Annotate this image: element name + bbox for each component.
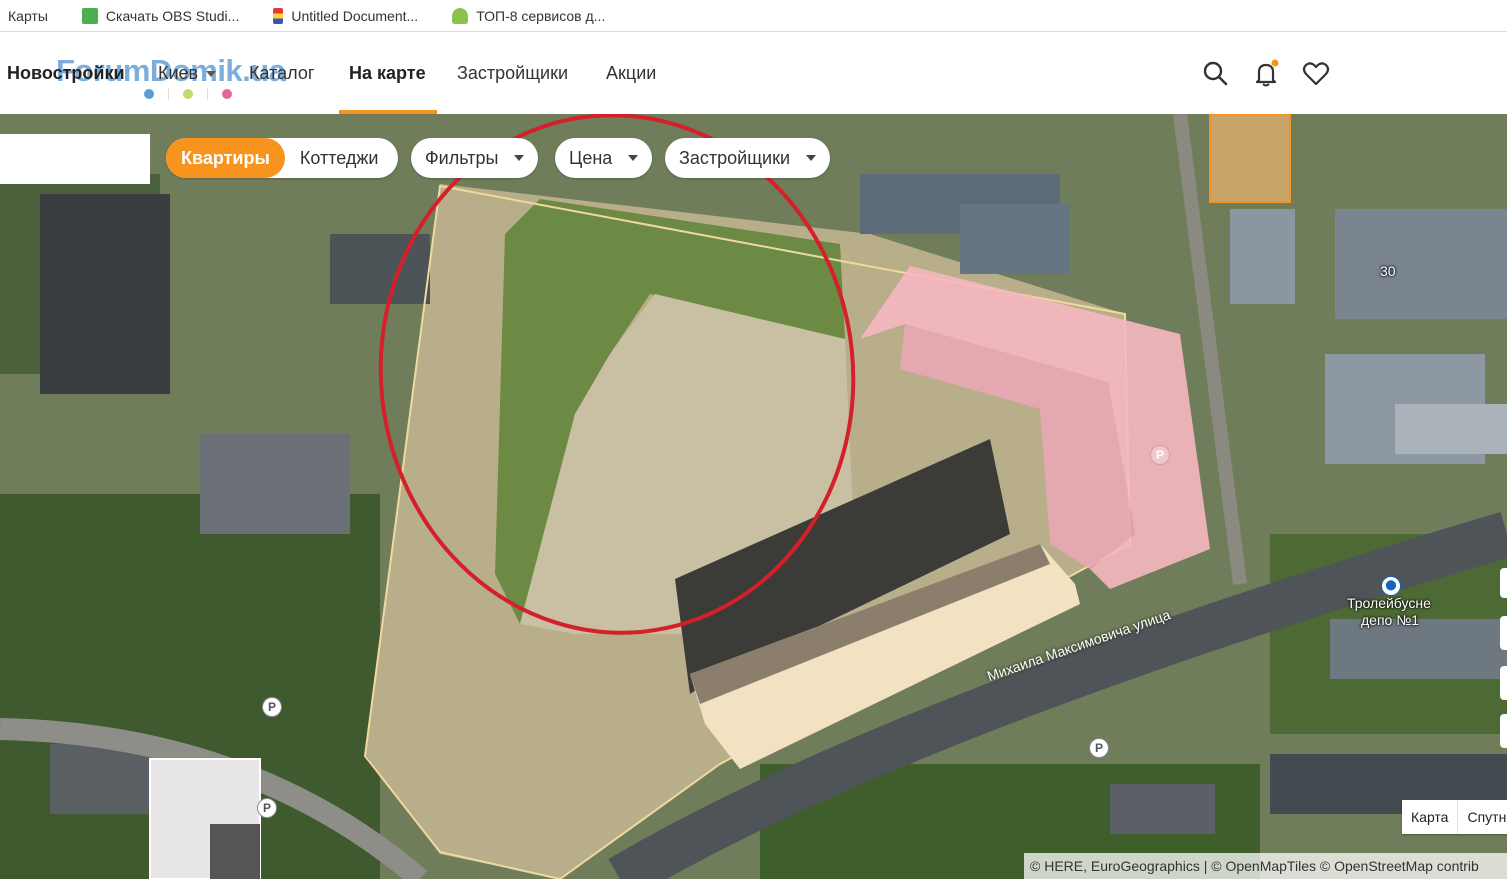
parking-icon[interactable]: P — [257, 798, 277, 818]
locate-button[interactable] — [1500, 666, 1507, 700]
parking-icon[interactable]: P — [262, 697, 282, 717]
chevron-down-icon — [514, 155, 525, 161]
logo-dot-blue — [144, 89, 154, 99]
bell-icon[interactable] — [1251, 59, 1281, 89]
price-label: Цена — [569, 147, 613, 168]
layers-button[interactable] — [1500, 714, 1507, 748]
map-search-input[interactable] — [0, 134, 150, 184]
price-dropdown[interactable]: Цена — [555, 138, 653, 178]
leaf-icon — [452, 7, 469, 24]
chevron-down-icon — [806, 155, 816, 161]
chevron-down-icon — [206, 71, 217, 78]
nav-catalog[interactable]: Каталог — [249, 63, 314, 84]
building-number-label: 30 — [1380, 263, 1396, 279]
download-icon — [81, 7, 98, 24]
search-icon[interactable] — [1201, 59, 1231, 89]
parking-icon[interactable]: P — [1150, 445, 1170, 465]
parking-icon[interactable]: P — [1089, 738, 1109, 758]
bookmark-maps[interactable]: Карты — [0, 5, 48, 27]
bookmark-untitled-document[interactable]: Untitled Document... — [273, 5, 418, 27]
city-selector[interactable]: Киев — [158, 63, 217, 84]
property-type-toggle: Квартиры Коттеджи — [166, 138, 398, 178]
nav-promos[interactable]: Акции — [606, 63, 656, 84]
toggle-apartments[interactable]: Квартиры — [166, 138, 285, 178]
logo-dot-pink — [222, 89, 232, 99]
satellite-map — [0, 114, 1507, 879]
logo-dots — [144, 88, 232, 100]
map-type-map[interactable]: Карта — [1402, 800, 1459, 834]
bookmark-label: Untitled Document... — [291, 7, 419, 24]
zoom-in-button[interactable] — [1500, 568, 1507, 598]
zoom-out-button[interactable] — [1500, 616, 1507, 650]
bookmark-obs[interactable]: Скачать OBS Studi... — [81, 5, 240, 27]
filters-dropdown[interactable]: Фильтры — [411, 138, 539, 178]
developers-dropdown[interactable]: Застройщики — [665, 138, 830, 178]
heart-icon[interactable] — [1301, 59, 1331, 89]
map-attribution: © HERE, EuroGeographics | © OpenMapTiles… — [1024, 853, 1507, 879]
map-type-switch: Карта Спутн — [1402, 800, 1507, 834]
bookmark-label: Карты — [8, 7, 48, 24]
toggle-cottages[interactable]: Коттеджи — [285, 138, 394, 178]
city-label: Киев — [158, 63, 199, 83]
bookmark-label: Скачать OBS Studi... — [105, 7, 240, 24]
map-type-satellite[interactable]: Спутн — [1458, 800, 1507, 834]
filters-label: Фильтры — [425, 147, 499, 168]
nav-developers[interactable]: Застройщики — [457, 63, 568, 84]
chevron-down-icon — [628, 155, 639, 161]
notification-dot — [1271, 59, 1279, 67]
map-view[interactable]: Квартиры Коттеджи Фильтры Цена Застройщи… — [0, 114, 1507, 879]
nav-novostroyki[interactable]: Новостройки — [7, 63, 125, 84]
site-header: ForumDomik.ua Новостройки Киев Каталог Н… — [0, 33, 1507, 114]
logo-dot-green — [183, 89, 193, 99]
bookmarks-bar: Карты Скачать OBS Studi... Untitled Docu… — [0, 0, 1507, 32]
bus-stop-icon[interactable]: ⬤ — [1381, 576, 1401, 596]
depot-label-line2: депо №1 — [1361, 612, 1420, 628]
developers-label: Застройщики — [679, 147, 790, 168]
document-icon — [273, 7, 284, 24]
bookmark-top8[interactable]: ТОП-8 сервисов д... — [452, 5, 605, 27]
bookmark-label: ТОП-8 сервисов д... — [476, 7, 606, 24]
nav-on-map[interactable]: На карте — [349, 63, 426, 84]
depot-label-line1: Тролейбусне — [1347, 595, 1431, 611]
